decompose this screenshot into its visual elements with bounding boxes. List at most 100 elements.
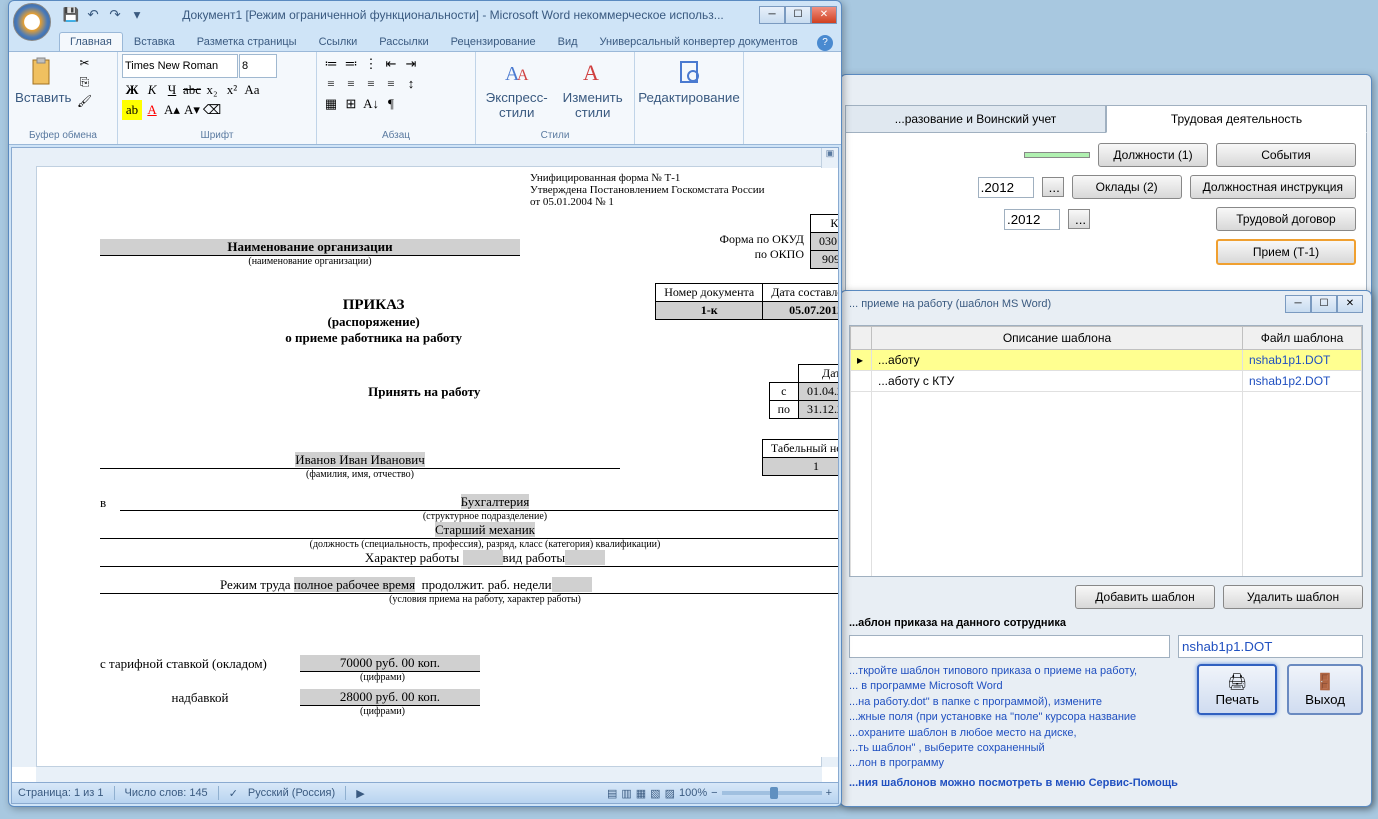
tab-mailings[interactable]: Рассылки [368,32,439,51]
scrollbar-horizontal[interactable] [36,766,822,783]
status-lang[interactable]: Русский (Россия) [248,787,335,799]
print-button[interactable]: 🖨Печать [1197,664,1277,715]
ruler-vertical[interactable] [12,166,37,767]
qat-more-icon[interactable]: ▾ [127,5,147,25]
zoom-in-button[interactable]: + [826,787,832,799]
multilevel-button[interactable]: ⋮ [361,54,381,74]
minimize-button[interactable]: ─ [1285,295,1311,313]
bold-button[interactable]: Ж [122,80,142,100]
align-left-button[interactable]: ≡ [321,74,341,94]
close-button[interactable]: ✕ [811,6,837,24]
zoom-out-button[interactable]: − [711,787,717,799]
maximize-button[interactable]: ☐ [785,6,811,24]
hint-text: ...ткройте шаблон типового приказа о при… [849,664,1185,791]
tab-review[interactable]: Рецензирование [440,32,547,51]
document-area[interactable]: ▣ Унифицированная форма № Т-1 Утверждена… [11,147,839,784]
highlight-button[interactable]: ab [122,100,142,120]
close-button[interactable]: ✕ [1337,295,1363,313]
clear-format-button[interactable]: ⌫ [202,100,222,120]
date-field-2[interactable] [1004,209,1060,230]
green-field[interactable] [1024,152,1090,158]
bullets-button[interactable]: ≔ [321,54,341,74]
indent-left-button[interactable]: ⇤ [381,54,401,74]
template-file-field[interactable] [1178,635,1363,658]
view-read-icon[interactable]: ▥ [621,787,631,800]
ruler-horizontal[interactable] [36,148,822,167]
grow-font-button[interactable]: A▴ [162,100,182,120]
view-print-icon[interactable]: ▤ [607,787,617,800]
show-marks-button[interactable]: ¶ [381,94,401,114]
zoom-label[interactable]: 100% [679,787,707,799]
tab-references[interactable]: Ссылки [308,32,369,51]
statusbar: Страница: 1 из 1 Число слов: 145 ✓ Русск… [11,782,839,804]
tab-education[interactable]: ...разование и Воинский учет [845,105,1106,133]
line-spacing-button[interactable]: ↕ [401,74,421,94]
save-icon[interactable]: 💾 [61,5,81,25]
font-name-select[interactable] [122,54,238,78]
tab-converter[interactable]: Универсальный конвертер документов [589,32,809,51]
copy-icon[interactable]: ⎘ [76,73,94,91]
strike-button[interactable]: abc [182,80,202,100]
tab-layout[interactable]: Разметка страницы [186,32,308,51]
help-icon[interactable]: ? [817,35,833,51]
document-page[interactable]: Унифицированная форма № Т-1 Утверждена П… [40,168,839,757]
sort-button[interactable]: A↓ [361,94,381,114]
col-file[interactable]: Файл шаблона [1243,327,1362,350]
ruler-toggle[interactable]: ▣ [821,148,838,167]
indent-right-button[interactable]: ⇥ [401,54,421,74]
redo-icon[interactable]: ↷ [105,5,125,25]
add-template-button[interactable]: Добавить шаблон [1075,585,1215,609]
tab-home[interactable]: Главная [59,32,123,51]
view-web-icon[interactable]: ▦ [636,787,646,800]
cut-icon[interactable]: ✂ [76,54,94,72]
tab-insert[interactable]: Вставка [123,32,186,51]
superscript-button[interactable]: x² [222,80,242,100]
shading-button[interactable]: ▦ [321,94,341,114]
borders-button[interactable]: ⊞ [341,94,361,114]
subscript-button[interactable]: x₂ [202,80,222,100]
quick-styles-button[interactable]: AA Экспресс-стили [480,54,553,122]
exit-button[interactable]: 🚪Выход [1287,664,1363,715]
status-page[interactable]: Страница: 1 из 1 [18,787,104,799]
zoom-slider[interactable] [722,791,822,795]
minimize-button[interactable]: ─ [759,6,785,24]
numbering-button[interactable]: ≕ [341,54,361,74]
font-color-button[interactable]: A [142,100,162,120]
italic-button[interactable]: К [142,80,162,100]
editing-button[interactable]: Редактирование [636,54,742,107]
change-styles-button[interactable]: A Изменить стили [555,54,630,122]
underline-button[interactable]: Ч [162,80,182,100]
positions-button[interactable]: Должности (1) [1098,143,1208,167]
undo-icon[interactable]: ↶ [83,5,103,25]
events-button[interactable]: События [1216,143,1356,167]
delete-template-button[interactable]: Удалить шаблон [1223,585,1363,609]
template-grid[interactable]: Описание шаблонаФайл шаблона ▸...аботуns… [849,325,1363,577]
case-button[interactable]: Aa [242,80,262,100]
maximize-button[interactable]: ☐ [1311,295,1337,313]
instruction-button[interactable]: Должностная инструкция [1190,175,1356,199]
font-size-select[interactable] [239,54,277,78]
office-button[interactable] [13,3,51,41]
view-draft-icon[interactable]: ▨ [665,787,675,800]
align-right-button[interactable]: ≡ [361,74,381,94]
paste-button[interactable]: Вставить [13,54,74,107]
template-desc-field[interactable] [849,635,1170,658]
salaries-button[interactable]: Оклады (2) [1072,175,1182,199]
date-field-1[interactable] [978,177,1034,198]
tab-work[interactable]: Трудовая деятельность [1106,105,1367,133]
col-desc[interactable]: Описание шаблона [872,327,1243,350]
justify-button[interactable]: ≡ [381,74,401,94]
date-picker-1[interactable]: ... [1042,177,1064,197]
priem-button[interactable]: Прием (Т-1) [1216,239,1356,265]
svg-text:A: A [517,67,529,84]
status-spell-icon[interactable]: ✓ [229,787,238,800]
view-outline-icon[interactable]: ▧ [650,787,660,800]
status-words[interactable]: Число слов: 145 [125,787,208,799]
format-painter-icon[interactable]: 🖌 [76,92,94,110]
align-center-button[interactable]: ≡ [341,74,361,94]
status-macro-icon[interactable]: ▶ [356,787,364,800]
tab-view[interactable]: Вид [547,32,589,51]
shrink-font-button[interactable]: A▾ [182,100,202,120]
contract-button[interactable]: Трудовой договор [1216,207,1356,231]
date-picker-2[interactable]: ... [1068,209,1090,229]
